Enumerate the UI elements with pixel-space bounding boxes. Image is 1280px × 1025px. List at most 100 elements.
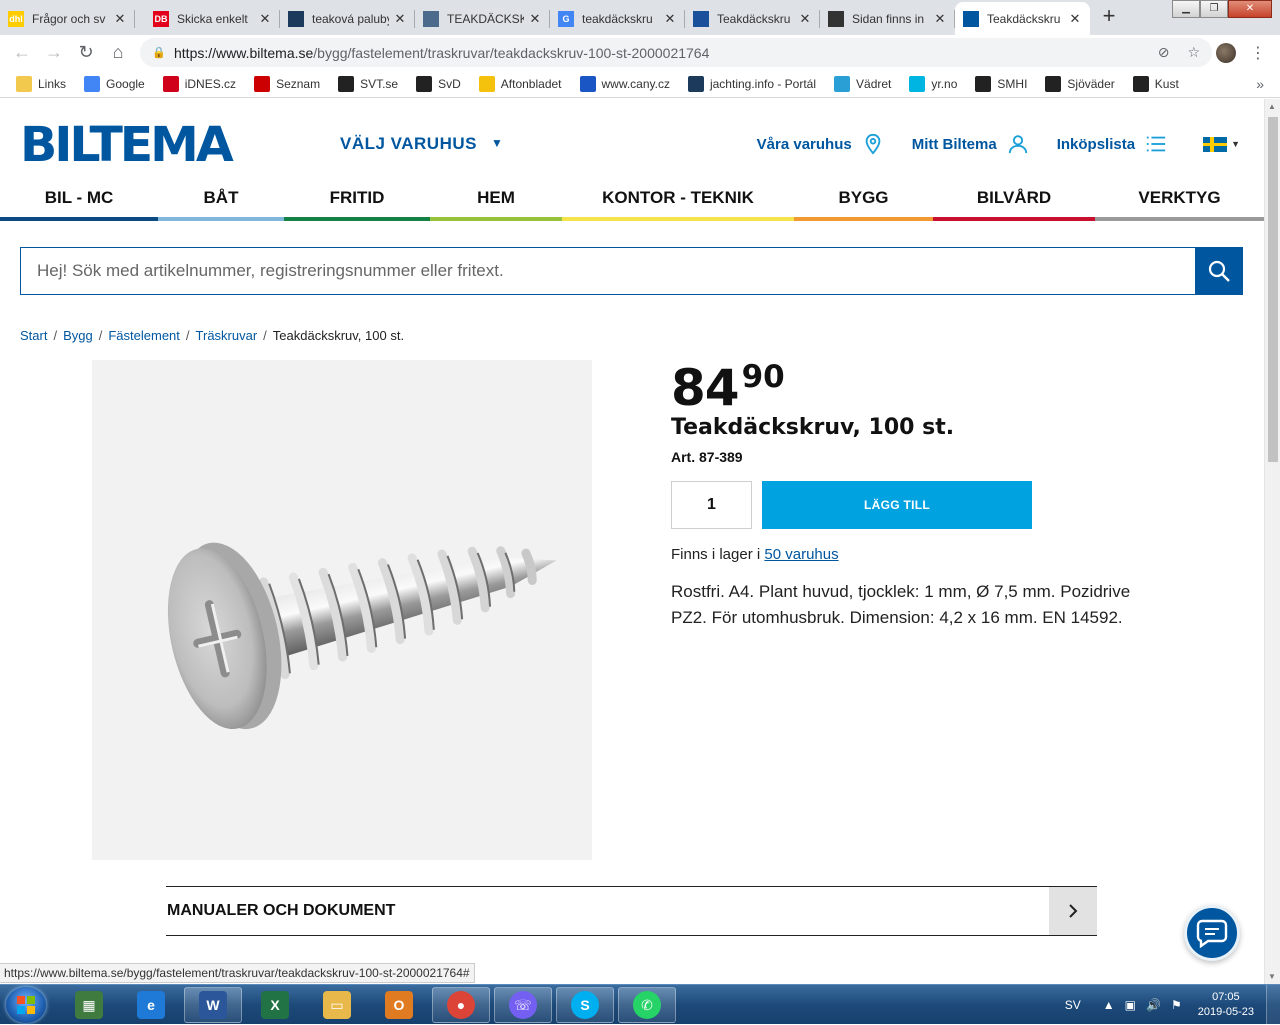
account-link[interactable]: Mitt Biltema — [912, 133, 1029, 155]
scroll-up-icon[interactable]: ▲ — [1268, 102, 1276, 111]
bookmark-item[interactable]: Sjöväder — [1045, 75, 1115, 92]
start-button[interactable] — [6, 987, 46, 1023]
biltema-logo[interactable]: BILTEMA — [20, 121, 234, 169]
category-tab[interactable]: VERKTYG — [1095, 179, 1264, 221]
taskbar-app-outlook[interactable]: O — [370, 987, 428, 1023]
shopping-list-link[interactable]: Inköpslista — [1057, 133, 1167, 155]
product-image[interactable] — [92, 360, 592, 860]
taskbar-app-chrome[interactable]: ● — [432, 987, 490, 1023]
clock[interactable]: 07:05 2019-05-23 — [1198, 990, 1254, 1020]
breadcrumb-traskruvar[interactable]: Träskruvar — [196, 328, 258, 343]
browser-tab[interactable]: Teakdäckskru ✕ — [685, 2, 820, 35]
close-tab-icon[interactable]: ✕ — [258, 11, 272, 27]
taskbar-app-explorer[interactable]: ▭ — [308, 987, 366, 1023]
category-tab[interactable]: BILVÅRD — [933, 179, 1095, 221]
close-tab-icon[interactable]: ✕ — [393, 11, 407, 27]
breadcrumb-start[interactable]: Start — [20, 328, 47, 343]
taskbar-app-whatsapp[interactable]: ✆ — [618, 987, 676, 1023]
store-select-dropdown[interactable]: VÄLJ VARUHUS ▼ — [340, 134, 503, 154]
add-to-cart-button[interactable]: LÄGG TILL — [762, 481, 1032, 529]
bookmark-item[interactable]: yr.no — [909, 75, 957, 92]
search-button[interactable] — [1195, 248, 1242, 294]
bookmark-item[interactable]: Seznam — [254, 75, 321, 92]
profile-avatar[interactable] — [1216, 43, 1236, 63]
bookmark-item[interactable]: SvD — [416, 75, 461, 92]
close-window-button[interactable]: ✕ — [1228, 0, 1272, 18]
minimize-button[interactable]: ▁ — [1172, 0, 1200, 18]
stores-link[interactable]: Våra varuhus — [757, 133, 884, 155]
browser-tab[interactable]: teaková paluby ✕ — [280, 2, 415, 35]
close-tab-icon[interactable]: ✕ — [528, 11, 542, 27]
taskbar-app-file-manager[interactable]: ▦ — [60, 987, 118, 1023]
forward-button[interactable]: → — [38, 42, 70, 63]
show-desktop-button[interactable] — [1266, 985, 1280, 1025]
bookmarks-overflow-icon[interactable]: » — [1256, 76, 1264, 92]
translate-icon[interactable]: ⊘ — [1158, 44, 1170, 61]
tray-expand-icon[interactable]: ▲ — [1103, 998, 1115, 1012]
breadcrumb-bygg[interactable]: Bygg — [63, 328, 93, 343]
bookmark-favicon-icon — [254, 75, 271, 92]
taskbar-app-skype[interactable]: S — [556, 987, 614, 1023]
new-tab-button[interactable]: + — [1095, 5, 1123, 29]
bookmark-item[interactable]: Google — [84, 75, 145, 92]
tab-title: Skicka enkelt — [177, 11, 248, 26]
bookmark-item[interactable]: Aftonbladet — [478, 75, 562, 92]
close-tab-icon[interactable]: ✕ — [663, 11, 677, 27]
category-tab[interactable]: FRITID — [284, 179, 430, 221]
bookmark-star-icon[interactable]: ☆ — [1187, 44, 1200, 61]
bookmark-item[interactable]: iDNES.cz — [162, 75, 236, 92]
quantity-input[interactable]: 1 — [671, 481, 752, 529]
stock-stores-link[interactable]: 50 varuhus — [764, 546, 838, 563]
file-manager-icon: ▦ — [75, 991, 103, 1019]
category-tab[interactable]: KONTOR - TEKNIK — [562, 179, 794, 221]
bookmark-item[interactable]: www.cany.cz — [579, 75, 670, 92]
language-selector[interactable]: ▼ — [1203, 136, 1240, 152]
volume-icon[interactable]: 🔊 — [1146, 998, 1161, 1012]
home-button[interactable]: ⌂ — [102, 42, 134, 63]
close-tab-icon[interactable]: ✕ — [1068, 11, 1082, 27]
taskbar-app-viber[interactable]: ☏ — [494, 987, 552, 1023]
browser-tab[interactable]: DB Skicka enkelt ✕ — [145, 2, 280, 35]
category-tab[interactable]: HEM — [430, 179, 562, 221]
scroll-thumb[interactable] — [1268, 117, 1278, 462]
category-tab[interactable]: BÅT — [158, 179, 284, 221]
chrome-icon: ● — [447, 991, 475, 1019]
taskbar-app-internet-explorer[interactable]: e — [122, 987, 180, 1023]
back-button[interactable]: ← — [6, 42, 38, 63]
category-tab[interactable]: BIL - MC — [0, 179, 158, 221]
page-scrollbar[interactable]: ▲ ▼ — [1264, 99, 1280, 984]
action-center-icon[interactable]: ⚑ — [1171, 998, 1182, 1012]
search-input[interactable] — [21, 248, 1195, 294]
chat-button[interactable] — [1184, 905, 1240, 961]
category-tab[interactable]: BYGG — [794, 179, 933, 221]
browser-tab[interactable]: TEAKDÄCKSK ✕ — [415, 2, 550, 35]
language-indicator[interactable]: SV — [1065, 998, 1081, 1012]
bookmark-item[interactable]: Kust — [1132, 75, 1179, 92]
browser-tab[interactable]: Teakdäckskru ✕ — [955, 2, 1090, 35]
browser-menu-icon[interactable]: ⋮ — [1250, 43, 1266, 63]
close-tab-icon[interactable]: ✕ — [933, 11, 947, 27]
browser-tab[interactable]: Gteakdäckskru ✕ — [550, 2, 685, 35]
browser-tab[interactable]: Sidan finns in ✕ — [820, 2, 955, 35]
bookmark-label: Kust — [1154, 76, 1179, 91]
taskbar-app-excel[interactable]: X — [246, 987, 304, 1023]
close-tab-icon[interactable]: ✕ — [798, 11, 812, 27]
maximize-button[interactable]: ❐ — [1200, 0, 1228, 18]
reload-button[interactable]: ↻ — [70, 42, 102, 63]
scroll-down-icon[interactable]: ▼ — [1268, 972, 1276, 981]
close-tab-icon[interactable]: ✕ — [113, 11, 127, 27]
manuals-section-toggle[interactable]: MANUALER OCH DOKUMENT — [166, 886, 1097, 936]
breadcrumb-fastelement[interactable]: Fästelement — [108, 328, 180, 343]
bookmark-item[interactable]: SVT.se — [338, 75, 398, 92]
network-icon[interactable]: ▣ — [1125, 998, 1136, 1012]
clock-date: 2019-05-23 — [1197, 1006, 1254, 1018]
address-bar[interactable]: 🔒 https://www.biltema.se/bygg/fastelemen… — [140, 38, 1212, 67]
browser-tab[interactable]: dhl Frågor och sv ✕ — [0, 2, 135, 35]
bookmark-label: Seznam — [276, 76, 321, 91]
bookmark-item[interactable]: SMHI — [975, 75, 1027, 92]
bookmark-item[interactable]: Vädret — [834, 75, 891, 92]
tab-title: teaková paluby — [312, 11, 389, 26]
bookmark-item[interactable]: Links — [16, 75, 66, 92]
taskbar-app-word[interactable]: W — [184, 987, 242, 1023]
bookmark-item[interactable]: jachting.info - Portál — [687, 75, 816, 92]
